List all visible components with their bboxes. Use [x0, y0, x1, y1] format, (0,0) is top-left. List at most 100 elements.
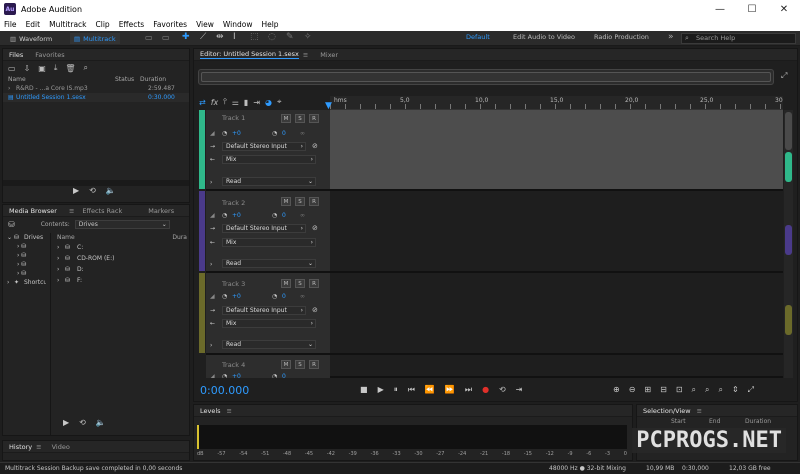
stop-icon[interactable]: ■ [360, 385, 368, 395]
file-row[interactable]: › R&RD - ...a Core IS.mp3 2:59.487 [3, 84, 189, 93]
pan-knob-icon[interactable]: ◔ [272, 293, 282, 300]
column-name[interactable]: Name [57, 234, 75, 241]
track-3-lane[interactable] [330, 273, 783, 355]
overview-viewport[interactable] [201, 72, 771, 82]
track-name[interactable]: Track 1 [222, 114, 245, 122]
zoom-in-amplitude-icon[interactable]: ⊕ [613, 385, 620, 395]
track-name[interactable]: Track 3 [222, 280, 245, 288]
pan-knob-icon[interactable]: ◔ [272, 130, 282, 137]
input-dropdown[interactable]: Default Stereo Input › [222, 142, 306, 151]
insert-icon[interactable]: ⤓ [54, 63, 58, 73]
pitch-display-icon[interactable]: ▭ [162, 33, 170, 42]
menu-help[interactable]: Help [261, 20, 278, 29]
volume-knob-icon[interactable]: ◔ [222, 212, 232, 219]
solo-button[interactable]: S [295, 279, 305, 288]
pan-knob-icon[interactable]: ◔ [272, 373, 282, 379]
track-4-lane[interactable] [330, 355, 783, 378]
fast-forward-icon[interactable]: ⏩ [445, 385, 455, 395]
tab-favorites[interactable]: Favorites [35, 51, 64, 59]
tree-item-drive[interactable]: › ⛁ [3, 251, 50, 260]
menu-multitrack[interactable]: Multitrack [49, 20, 86, 29]
no-input-icon[interactable]: ⊘ [312, 142, 318, 150]
menu-edit[interactable]: Edit [26, 20, 41, 29]
tab-editor[interactable]: Editor: Untitled Session 1.sesx [200, 50, 299, 59]
solo-button[interactable]: S [295, 114, 305, 123]
automation-mode-dropdown[interactable]: Read ⌄ [222, 177, 316, 186]
panel-menu-icon[interactable]: ≡ [69, 207, 74, 215]
menu-favorites[interactable]: Favorites [153, 20, 187, 29]
automation-mode-dropdown[interactable]: Read ⌄ [222, 259, 316, 268]
tab-markers[interactable]: Markers [148, 207, 174, 215]
move-tool-icon[interactable]: ✚ [182, 32, 190, 42]
tab-effects-rack[interactable]: Effects Rack [82, 207, 122, 215]
no-input-icon[interactable]: ⊘ [312, 224, 318, 232]
scrollbar-thumb[interactable] [785, 112, 792, 150]
marker-pin-icon[interactable]: ⌖ [277, 97, 282, 107]
swap-icon[interactable]: ⇄ [199, 98, 206, 107]
zoom-selection-icon[interactable]: ⌕ [692, 385, 696, 395]
volume-value[interactable]: +0 [232, 212, 272, 219]
column-name[interactable]: Name [8, 76, 115, 83]
output-dropdown[interactable]: Mix › [222, 319, 316, 328]
razor-tool-icon[interactable]: ⟋ [200, 32, 206, 42]
track-1-lane[interactable] [330, 110, 783, 191]
tab-video[interactable]: Video [52, 443, 70, 451]
workspace-default[interactable]: Default [466, 33, 490, 41]
column-status[interactable]: Status [115, 76, 140, 83]
tab-mixer[interactable]: Mixer [320, 51, 338, 59]
record-arm-button[interactable]: R [309, 279, 319, 288]
time-selection-tool-icon[interactable]: I [233, 32, 236, 42]
zoom-reset-icon[interactable]: ⤢ [748, 385, 754, 395]
volume-knob-icon[interactable]: ◔ [222, 130, 232, 137]
tree-item-drives[interactable]: ⌄ ⛁ Drives [3, 233, 50, 242]
input-dropdown[interactable]: Default Stereo Input › [222, 306, 306, 315]
track-2-lane[interactable] [330, 191, 783, 273]
menu-view[interactable]: View [196, 20, 214, 29]
mute-button[interactable]: M [281, 279, 291, 288]
menu-file[interactable]: File [4, 20, 17, 29]
record-arm-button[interactable]: R [309, 114, 319, 123]
volume-knob-icon[interactable]: ◔ [222, 373, 232, 379]
tracks-vertical-scrollbar[interactable] [784, 110, 793, 378]
menu-window[interactable]: Window [223, 20, 253, 29]
meter-icon[interactable]: ▮ [244, 98, 248, 107]
no-input-icon[interactable]: ⊘ [312, 306, 318, 314]
volume-icon[interactable]: 🔈 [106, 186, 116, 195]
column-duration[interactable]: Dura [172, 234, 187, 241]
filter-search-icon[interactable]: ⌕ [84, 63, 88, 73]
volume-value[interactable]: +0 [232, 373, 272, 379]
pan-value[interactable]: 0 [282, 212, 300, 219]
output-dropdown[interactable]: Mix › [222, 155, 316, 164]
go-to-end-icon[interactable]: ⏭ [465, 385, 472, 395]
drive-row[interactable]: › ⛁ D: [53, 264, 189, 275]
multitrack-view-button[interactable]: ▤ Multitrack [70, 33, 120, 44]
import-icon[interactable]: ⇩ [24, 64, 31, 73]
volume-value[interactable]: +0 [232, 293, 272, 300]
tree-item-drive[interactable]: › ⛁ [3, 242, 50, 251]
tree-item-drive[interactable]: › ⛁ [3, 260, 50, 269]
spectral-display-icon[interactable]: ▭ [145, 33, 153, 42]
zoom-in-time-icon[interactable]: ⊞ [644, 385, 651, 395]
panel-menu-icon[interactable]: ≡ [697, 407, 702, 415]
track-2-header[interactable]: Track 2 M S R ◢ ◔ +0 ◔ 0 ∞ → Default Ste… [199, 191, 330, 273]
selection-view-title[interactable]: Selection/View [643, 407, 691, 415]
column-duration[interactable]: Duration [140, 76, 166, 83]
tree-item-drive[interactable]: › ⛁ [3, 269, 50, 278]
new-file-icon[interactable]: ▣ [38, 64, 46, 73]
record-arm-button[interactable]: R [309, 197, 319, 206]
play-icon[interactable]: ▶ [63, 418, 69, 427]
menu-clip[interactable]: Clip [96, 20, 110, 29]
headphones-icon[interactable]: ◕ [265, 98, 272, 107]
marquee-tool-icon[interactable]: ⬚ [250, 32, 259, 42]
time-ruler[interactable]: hms 5,0 10,0 15,0 20,0 25,0 30 [330, 96, 783, 110]
mute-button[interactable]: M [281, 114, 291, 123]
input-dropdown[interactable]: Default Stereo Input › [222, 224, 306, 233]
zoom-out-icon[interactable]: ⌕ [718, 385, 722, 395]
drive-row[interactable]: › ⛁ C: [53, 242, 189, 253]
slip-tool-icon[interactable]: ⇹ [216, 32, 224, 42]
maximize-button[interactable]: ☐ [736, 0, 768, 18]
loop-icon[interactable]: ⟲ [499, 385, 506, 395]
zoom-out-amplitude-icon[interactable]: ⊖ [629, 385, 636, 395]
brush-tool-icon[interactable]: ✎ [286, 32, 294, 42]
pause-icon[interactable]: ⏸ [394, 385, 398, 395]
